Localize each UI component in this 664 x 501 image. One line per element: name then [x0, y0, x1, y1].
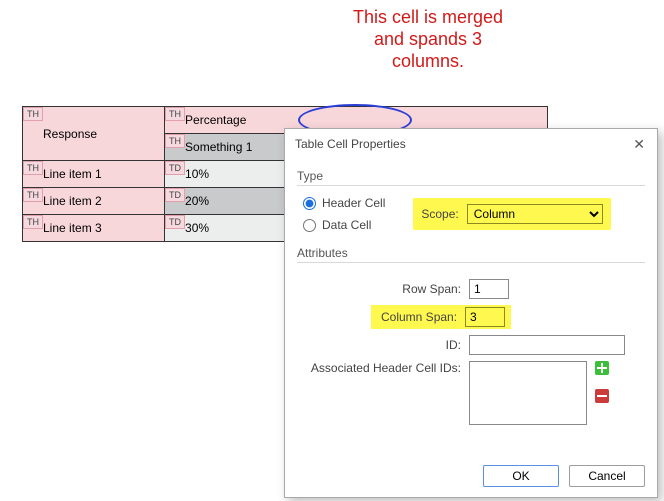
- data-cell-radio-input[interactable]: [303, 219, 316, 232]
- th-line3[interactable]: TH Line item 3: [23, 215, 165, 242]
- th-line2[interactable]: TH Line item 2: [23, 188, 165, 215]
- data-cell-label: Data Cell: [322, 218, 371, 232]
- tag-td: TD: [165, 215, 185, 229]
- id-input[interactable]: [469, 335, 625, 355]
- tag-th: TH: [23, 107, 43, 121]
- td-line3-val[interactable]: TD 30%: [165, 215, 299, 242]
- tag-th: TH: [23, 161, 43, 175]
- rowspan-label: Row Span:: [303, 282, 469, 296]
- row-item: Line item 2: [43, 194, 102, 208]
- td-line1-val[interactable]: TD 10%: [165, 161, 299, 188]
- attributes-group-label: Attributes: [297, 246, 645, 260]
- dialog-title: Table Cell Properties: [295, 137, 406, 151]
- row-val: 30%: [185, 221, 209, 235]
- minus-icon[interactable]: [595, 389, 609, 403]
- th-response[interactable]: TH Response: [23, 107, 165, 161]
- ok-button[interactable]: OK: [483, 465, 559, 487]
- th-something1-label: Something 1: [185, 140, 252, 154]
- assoc-textarea[interactable]: [469, 361, 587, 425]
- row-item: Line item 3: [43, 221, 102, 235]
- scope-select[interactable]: Column: [467, 204, 603, 224]
- header-cell-radio-input[interactable]: [303, 197, 316, 210]
- td-line2-val[interactable]: TD 20%: [165, 188, 299, 215]
- plus-icon[interactable]: [595, 361, 609, 375]
- tag-th: TH: [165, 107, 185, 121]
- th-something1[interactable]: TH Something 1: [165, 134, 299, 161]
- tag-th: TH: [165, 134, 185, 148]
- data-cell-radio[interactable]: Data Cell: [303, 218, 385, 232]
- table-cell-properties-dialog: Table Cell Properties ✕ Type Header Cell…: [284, 128, 658, 498]
- row-val: 10%: [185, 167, 209, 181]
- row-item: Line item 1: [43, 167, 102, 181]
- colspan-label: Column Span:: [381, 310, 465, 324]
- th-line1[interactable]: TH Line item 1: [23, 161, 165, 188]
- tag-td: TD: [165, 188, 185, 202]
- th-percentage-label: Percentage: [185, 113, 246, 127]
- header-cell-label: Header Cell: [322, 196, 385, 210]
- tag-th: TH: [23, 188, 43, 202]
- close-icon[interactable]: ✕: [629, 135, 649, 153]
- rowspan-input[interactable]: [469, 279, 509, 299]
- type-group-label: Type: [297, 169, 645, 183]
- id-label: ID:: [303, 338, 469, 352]
- scope-label: Scope:: [421, 207, 458, 221]
- tag-td: TD: [165, 161, 185, 175]
- tag-th: TH: [23, 215, 43, 229]
- header-cell-radio[interactable]: Header Cell: [303, 196, 385, 210]
- annotation-text: This cell is merged and spands 3 columns…: [338, 6, 518, 72]
- assoc-label: Associated Header Cell IDs:: [303, 361, 469, 375]
- scope-field: Scope: Column: [413, 198, 610, 230]
- th-response-label: Response: [43, 127, 97, 141]
- dialog-titlebar: Table Cell Properties ✕: [285, 129, 657, 159]
- colspan-input[interactable]: [465, 307, 505, 327]
- cancel-button[interactable]: Cancel: [569, 465, 645, 487]
- row-val: 20%: [185, 194, 209, 208]
